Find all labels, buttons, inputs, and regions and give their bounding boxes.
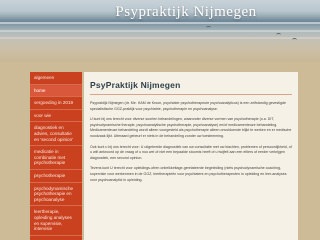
- sidebar-item-leertherapie[interactable]: leertherapie, opleiding analyses en supe…: [30, 206, 82, 236]
- site-title[interactable]: Psypraktijk Nijmegen: [56, 4, 316, 21]
- wave-line: [0, 30, 320, 32]
- page-title: PsyPraktijk Nijmegen: [90, 80, 181, 90]
- bird-icon: [206, 26, 211, 30]
- sidebar-nav: algemeen home vergoeding in 2019 voor wi…: [30, 72, 82, 240]
- sidebar-item-psychodynamisch[interactable]: psychodynamische psychotherapie en psych…: [30, 183, 82, 207]
- sidebar-item-algemeen[interactable]: algemeen: [30, 72, 82, 85]
- sidebar-item-home[interactable]: home: [30, 84, 82, 98]
- sidebar-item-medicatie[interactable]: medicatie in combinatie met psychotherap…: [30, 146, 82, 170]
- diagnostics-paragraph: Ook kunt u bij ons terecht voor: U uitge…: [90, 144, 292, 160]
- title-divider: [90, 94, 292, 95]
- wave-line: [0, 37, 320, 39]
- wave-line: [0, 22, 320, 24]
- sidebar-item-diagnostiek[interactable]: diagnostiek en advies, consultatie en 's…: [30, 122, 82, 147]
- bird-icon: [276, 33, 281, 37]
- sidebar-item-voor-wie[interactable]: voor wie: [30, 110, 82, 123]
- header-banner: Psypraktijk Nijmegen: [0, 0, 320, 62]
- treatment-paragraph: U kunt bij ons terecht voor diverse soor…: [90, 117, 292, 138]
- bird-icon: [292, 38, 297, 42]
- sidebar-item-vergoeding[interactable]: vergoeding in 2019: [30, 97, 82, 110]
- training-paragraph: Tevens kunt U terecht voor opleidings-of…: [90, 166, 287, 182]
- sidebar-item-psychotherapie[interactable]: psychotherapie: [30, 170, 82, 183]
- main-content: PsyPraktijk Nijmegen Psypraktijk Nijmege…: [84, 72, 298, 240]
- intro-paragraph: Psypraktijk Nijmegen (dr. Me. HAM de Kro…: [90, 101, 286, 111]
